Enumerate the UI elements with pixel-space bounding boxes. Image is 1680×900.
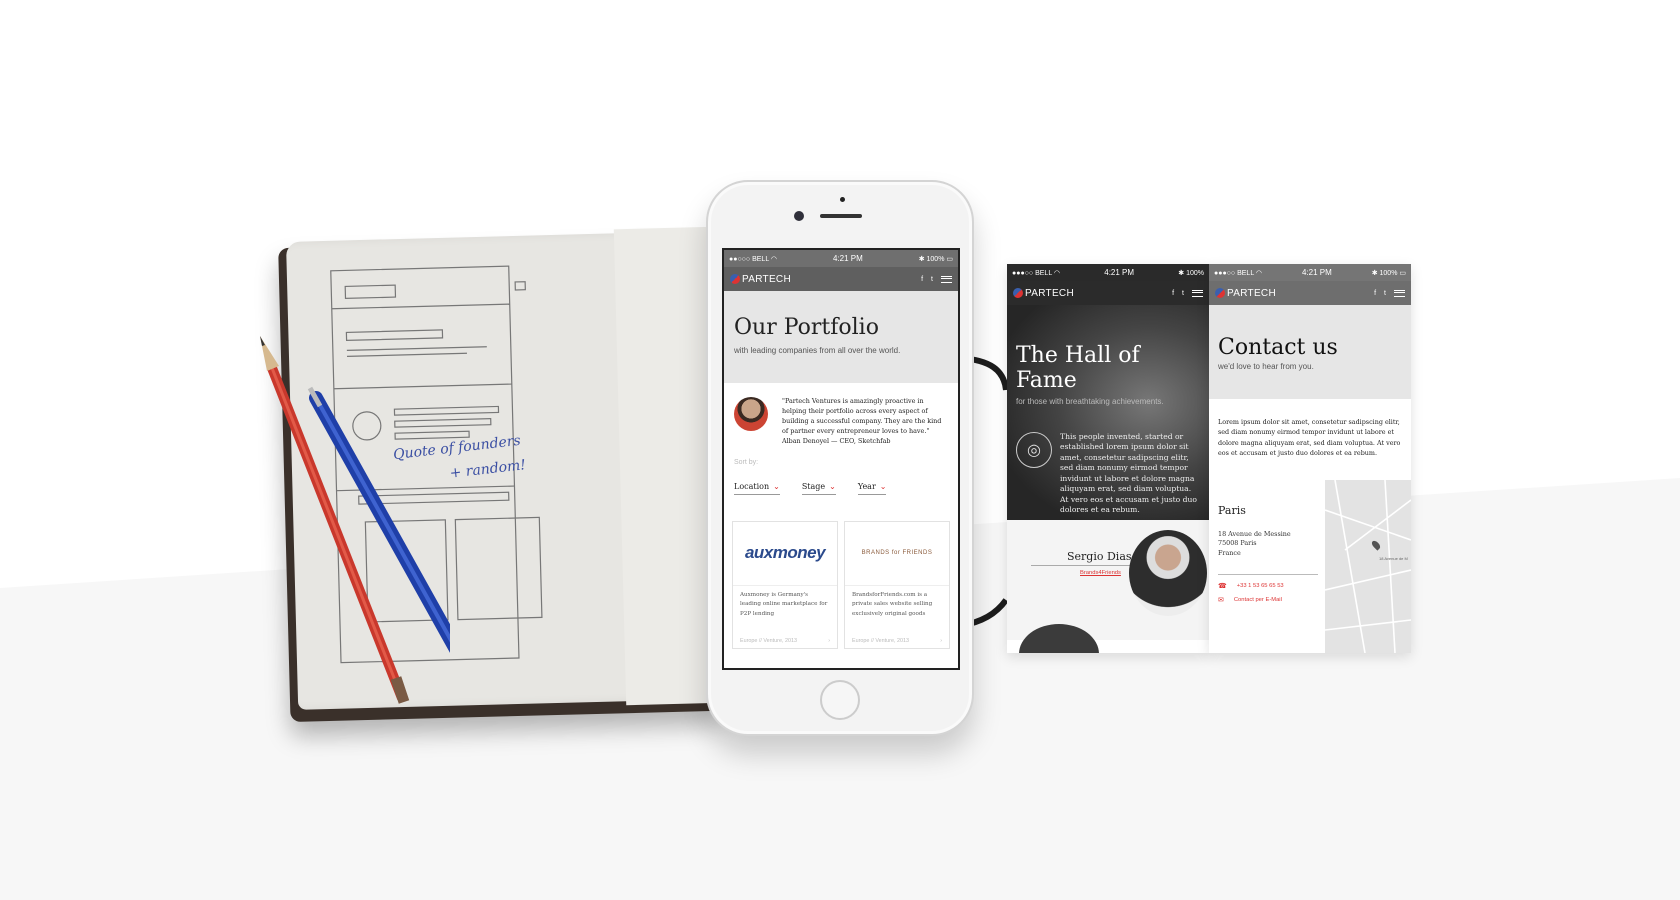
portfolio-hero: Our Portfolio with leading companies fro… — [724, 291, 958, 383]
email-link[interactable]: ✉ Contact per E-Mail — [1218, 596, 1282, 604]
portfolio-card[interactable]: auxmoney Auxmoney is Germany's leading o… — [732, 520, 838, 649]
sketch-annotation-2: + random! — [449, 457, 527, 482]
next-person-photo — [1019, 624, 1099, 653]
card-description: BrandsforFriends.com is a private sales … — [852, 591, 933, 617]
top-navbar: PARTECH f t — [724, 267, 958, 291]
status-bar: ●●○○○ BELL ◠ 4:21 PM ✱ 100% ▭ — [724, 250, 958, 267]
top-navbar: PARTECH f t — [1209, 281, 1411, 305]
brand-name: PARTECH — [1025, 287, 1074, 299]
page-title: The Hall of Fame — [1016, 343, 1140, 393]
status-battery: ✱ 100% — [1178, 269, 1204, 277]
facebook-icon[interactable]: f — [921, 276, 923, 283]
phone-link[interactable]: ☎ +33 1 53 65 65 53 — [1218, 582, 1284, 590]
hall-of-fame-screen: ●●●○○ BELL ◠ 4:21 PM ✱ 100% PARTECH f t … — [1007, 264, 1209, 653]
person-name: Sergio Dias — [1067, 550, 1132, 563]
status-bar: ●●●○○ BELL ◠ 4:21 PM ✱ 100% ▭ — [1209, 264, 1411, 281]
divider — [1031, 565, 1145, 566]
company-logo: auxmoney — [733, 522, 837, 586]
office-city: Paris — [1218, 504, 1246, 517]
menu-icon[interactable] — [1394, 289, 1405, 297]
home-button[interactable] — [820, 680, 860, 720]
nav-actions: f t — [921, 275, 952, 283]
map-streets — [1324, 479, 1411, 653]
status-bar: ●●●○○ BELL ◠ 4:21 PM ✱ 100% — [1007, 264, 1209, 281]
contact-hero: Contact us we'd love to hear from you. — [1209, 305, 1411, 399]
chevron-right-icon[interactable]: › — [828, 638, 830, 644]
page-title: Contact us — [1218, 335, 1338, 360]
avatar — [734, 397, 768, 431]
twitter-icon[interactable]: t — [1384, 290, 1386, 297]
contact-intro: Lorem ipsum dolor sit amet, consetetur s… — [1218, 418, 1401, 457]
twitter-icon[interactable]: t — [931, 276, 933, 283]
hall-of-fame-intro: ◎ This people invented, started or estab… — [1016, 432, 1200, 516]
quote-text: "Partech Ventures is amazingly proactive… — [782, 397, 942, 445]
facebook-icon[interactable]: f — [1172, 290, 1174, 297]
nav-actions: f t — [1172, 289, 1203, 297]
sort-location-dropdown[interactable]: Location ⌄ — [734, 482, 780, 495]
top-navbar: PARTECH f t — [1007, 281, 1209, 305]
sort-year-dropdown[interactable]: Year ⌄ — [857, 481, 887, 495]
card-meta: Europe // Venture, 2013 › — [740, 637, 830, 644]
brand-mark-icon — [1013, 288, 1023, 298]
mail-icon: ✉ — [1218, 597, 1224, 604]
map-address-label: 18 Avenue de M — [1379, 556, 1408, 561]
brand-mark-icon — [730, 274, 740, 284]
card-description: Auxmoney is Germany's leading online mar… — [740, 591, 828, 617]
brand-name: PARTECH — [742, 273, 791, 285]
company-logo: BRANDS for FRIENDS — [845, 522, 949, 586]
chevron-down-icon: ⌄ — [773, 481, 780, 491]
chevron-down-icon: ⌄ — [879, 481, 887, 491]
nav-actions: f t — [1374, 289, 1405, 297]
front-camera — [794, 211, 804, 221]
brand-name: PARTECH — [1227, 287, 1276, 299]
founder-quote: "Partech Ventures is amazingly proactive… — [724, 383, 958, 447]
divider — [1218, 574, 1318, 575]
contact-screen: ●●●○○ BELL ◠ 4:21 PM ✱ 100% ▭ PARTECH f … — [1209, 264, 1411, 653]
page-title: Our Portfolio — [734, 315, 879, 340]
page-subtitle: for those with breathtaking achievements… — [1016, 397, 1164, 406]
facebook-icon[interactable]: f — [1374, 290, 1376, 297]
status-battery: ✱ 100% ▭ — [1371, 269, 1406, 277]
office-address: 18 Avenue de Messine 75008 Paris France — [1218, 530, 1291, 557]
menu-icon[interactable] — [1192, 289, 1203, 297]
status-battery: ✱ 100% ▭ — [918, 255, 953, 263]
page-subtitle: we'd love to hear from you. — [1218, 362, 1314, 371]
laurel-globe-icon: ◎ — [1016, 432, 1052, 468]
brand-logo[interactable]: PARTECH — [1215, 288, 1276, 299]
portfolio-grid: auxmoney Auxmoney is Germany's leading o… — [724, 495, 958, 649]
status-time: 4:21 PM — [1104, 268, 1135, 277]
brand-mark-icon — [1215, 288, 1225, 298]
phone-sensor — [840, 197, 845, 202]
status-carrier: ●●●○○ BELL ◠ — [1214, 269, 1263, 277]
card-meta: Europe // Venture, 2013 › — [852, 637, 942, 644]
sort-filters: Location ⌄ Stage ⌄ Year ⌄ — [724, 466, 958, 495]
iphone-mockup: ●●○○○ BELL ◠ 4:21 PM ✱ 100% ▭ PARTECH f … — [706, 180, 974, 736]
hall-of-fame-hero: The Hall of Fame for those with breathta… — [1007, 305, 1209, 520]
portfolio-card[interactable]: BRANDS for FRIENDS BrandsforFriends.com … — [844, 520, 950, 649]
featured-person[interactable]: Sergio Dias Brands4Friends — [1007, 520, 1209, 653]
brand-logo[interactable]: PARTECH — [730, 274, 791, 285]
phone-icon: ☎ — [1218, 583, 1227, 590]
status-carrier: ●●○○○ BELL ◠ — [729, 255, 778, 263]
sort-stage-dropdown[interactable]: Stage ⌄ — [801, 481, 836, 495]
menu-icon[interactable] — [941, 275, 952, 283]
brand-logo[interactable]: PARTECH — [1013, 288, 1074, 299]
location-map[interactable]: 18 Avenue de M — [1324, 479, 1411, 653]
pencils — [260, 336, 450, 704]
person-photo — [1129, 530, 1207, 616]
portfolio-screen: ●●○○○ BELL ◠ 4:21 PM ✱ 100% ▭ PARTECH f … — [722, 248, 960, 670]
chevron-down-icon: ⌄ — [829, 481, 836, 491]
sort-label: Sort by: — [734, 458, 759, 466]
phone-speaker — [820, 214, 862, 218]
intro-text: This people invented, started or establi… — [1060, 432, 1197, 515]
chevron-right-icon[interactable]: › — [940, 638, 942, 644]
person-company-link[interactable]: Brands4Friends — [1080, 570, 1121, 576]
status-carrier: ●●●○○ BELL ◠ — [1012, 269, 1061, 277]
status-time: 4:21 PM — [1301, 268, 1332, 277]
status-time: 4:21 PM — [832, 254, 863, 263]
twitter-icon[interactable]: t — [1182, 290, 1184, 297]
page-subtitle: with leading companies from all over the… — [734, 346, 901, 355]
